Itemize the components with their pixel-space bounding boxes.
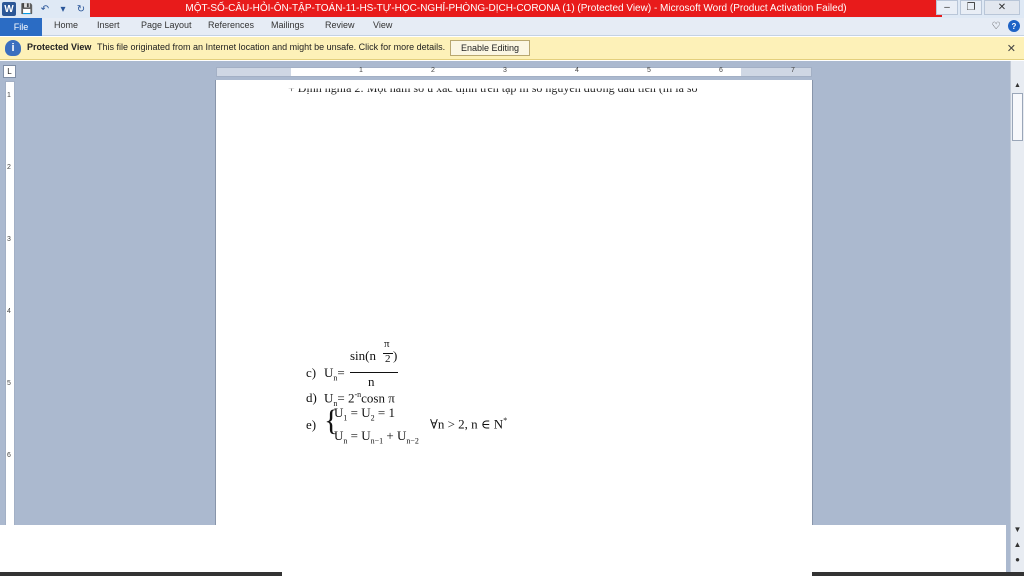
info-shield-icon: i <box>5 40 21 56</box>
tab-selector[interactable]: L <box>3 65 16 78</box>
ruler-number: 5 <box>7 380 11 387</box>
close-button[interactable]: ✕ <box>984 0 1020 15</box>
chevron-down-icon[interactable]: ▾ <box>56 2 70 16</box>
ruler-number: 2 <box>431 67 435 74</box>
window-controls: – ❐ ✕ <box>936 0 1020 17</box>
tab-insert[interactable]: Insert <box>97 20 120 30</box>
horizontal-ruler[interactable]: 1 2 3 4 5 6 7 <box>216 67 812 77</box>
enable-editing-button[interactable]: Enable Editing <box>450 40 530 56</box>
ruler-number: 5 <box>647 67 651 74</box>
ruler-number: 3 <box>503 67 507 74</box>
partial-text-line: + Định nghĩa 2: Một hàm số u xác định tr… <box>288 81 698 96</box>
redo-icon[interactable]: ↻ <box>74 2 88 16</box>
item-e-line2: Un = Un−1 + Un−2 <box>334 428 419 446</box>
undo-icon[interactable]: ↶ <box>38 2 52 16</box>
document-page[interactable]: + Định nghĩa 2: Một hàm số u xác định tr… <box>216 80 812 528</box>
ruler-number: 2 <box>7 164 11 171</box>
protected-view-message[interactable]: This file originated from an Internet lo… <box>97 42 445 52</box>
restore-button[interactable]: ❐ <box>960 0 982 15</box>
vertical-scrollbar[interactable]: ▲ <box>1010 61 1024 541</box>
taskbar-strip-right <box>812 572 1024 576</box>
item-e-condition: ∀n > 2, n ∈ N* <box>430 416 508 432</box>
item-c-numerator-close: ) <box>393 348 398 363</box>
vertical-ruler[interactable]: 1 2 3 4 5 6 <box>5 81 15 553</box>
bottom-overlay-center <box>282 525 812 576</box>
item-c-denominator: n <box>368 374 375 389</box>
ribbon-tabs: File Home Insert Page Layout References … <box>0 18 1024 36</box>
item-c-pi-denominator: 2 <box>385 353 391 365</box>
ribbon-right-controls: ♡ ? <box>990 20 1020 32</box>
item-c-lhs: Un= <box>324 365 345 383</box>
protected-view-title: Protected View <box>27 42 92 52</box>
minimize-button[interactable]: – <box>936 0 958 15</box>
save-icon[interactable]: 💾 <box>20 2 34 16</box>
ruler-right-margin <box>741 68 811 76</box>
scroll-thumb[interactable] <box>1012 93 1023 141</box>
ruler-number: 7 <box>791 67 795 74</box>
ruler-number: 1 <box>359 67 363 74</box>
item-c-fraction-line <box>350 372 398 373</box>
document-area: L 1 2 3 4 5 6 7 1 2 3 4 5 6 + Định nghĩa… <box>0 61 1024 576</box>
ruler-left-margin <box>217 68 291 76</box>
help-icon[interactable]: ? <box>1008 20 1020 32</box>
item-c-pi: π <box>384 338 390 350</box>
item-c-numerator: sin(n <box>350 348 376 363</box>
item-d-label: d) <box>306 390 317 405</box>
item-c-label: c) <box>306 365 317 380</box>
tab-file[interactable]: File <box>0 18 42 36</box>
tab-page-layout[interactable]: Page Layout <box>141 20 192 30</box>
minimize-ribbon-icon[interactable]: ♡ <box>990 20 1002 32</box>
window-title: MỘT-SỐ-CÂU-HỎI-ÔN-TẬP-TOÁN-11-HS-TỰ-HỌC-… <box>185 3 847 14</box>
browse-object-icon[interactable]: ● <box>1011 555 1024 570</box>
title-bar: W 💾 ↶ ▾ ↻ ▾ MỘT-SỐ-CÂU-HỎI-ÔN-TẬP-TOÁN-1… <box>0 0 1024 18</box>
ruler-number: 3 <box>7 236 11 243</box>
tab-view[interactable]: View <box>373 20 392 30</box>
tab-references[interactable]: References <box>208 20 254 30</box>
word-app-icon[interactable]: W <box>2 2 16 16</box>
window-title-band: MỘT-SỐ-CÂU-HỎI-ÔN-TẬP-TOÁN-11-HS-TỰ-HỌC-… <box>90 0 942 17</box>
previous-page-icon[interactable]: ▲ <box>1011 540 1024 555</box>
item-e-label: e) <box>306 417 317 432</box>
ruler-number: 6 <box>7 452 11 459</box>
close-icon[interactable]: ✕ <box>1007 42 1016 55</box>
item-e-line1: U1 = U2 = 1 <box>334 405 395 423</box>
ruler-number: 4 <box>7 308 11 315</box>
ruler-number: 4 <box>575 67 579 74</box>
protected-view-bar: i Protected View This file originated fr… <box>0 37 1024 60</box>
scroll-down-icon[interactable]: ▼ <box>1011 525 1024 540</box>
tab-mailings[interactable]: Mailings <box>271 20 304 30</box>
tab-home[interactable]: Home <box>54 20 78 30</box>
scroll-page-buttons: ▼ ▲ ● <box>1010 525 1024 572</box>
scroll-up-icon[interactable]: ▲ <box>1012 79 1023 91</box>
ruler-number: 1 <box>7 92 11 99</box>
tab-review[interactable]: Review <box>325 20 355 30</box>
ruler-number: 6 <box>719 67 723 74</box>
taskbar-strip-left <box>0 572 282 576</box>
